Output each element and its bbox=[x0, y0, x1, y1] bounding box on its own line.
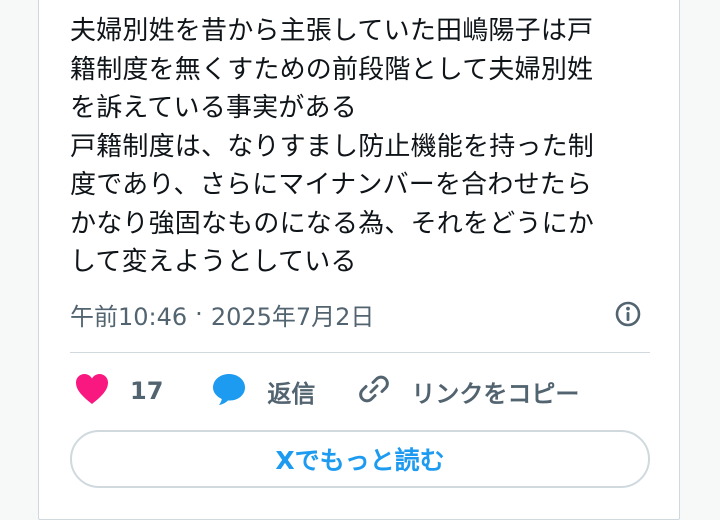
tweet-text-line: 籍制度を無くすための前段階として夫婦別姓 bbox=[70, 54, 594, 85]
tweet-text-line: して変えようとしている bbox=[70, 247, 357, 277]
link-icon bbox=[357, 372, 391, 410]
tweet-actions: 17 返信 リンクをコピー bbox=[70, 368, 650, 414]
tweet-time[interactable]: 午前10:46 bbox=[70, 297, 187, 332]
tweet-timestamp-row: 午前10:46 · 2025年7月2日 bbox=[70, 296, 650, 332]
tweet-text-line: を訴えている事実がある bbox=[70, 93, 357, 123]
tweet-text-line: 夫婦別姓を昔から主張していた田嶋陽子は戸 bbox=[70, 16, 594, 46]
tweet-text-line: かなり強固なものになる為、それをどうにか bbox=[70, 208, 595, 239]
like-count: 17 bbox=[130, 377, 164, 405]
copy-link-button[interactable]: リンクをコピー bbox=[357, 372, 579, 410]
read-more-button[interactable]: Xでもっと読む bbox=[70, 430, 650, 488]
speech-bubble-icon bbox=[211, 371, 247, 411]
tweet-text-line: 戸籍制度は、なりすまし防止機能を持った制 bbox=[70, 131, 595, 162]
heart-icon bbox=[74, 372, 110, 410]
tweet-date[interactable]: 2025年7月2日 bbox=[211, 297, 375, 332]
reply-label: 返信 bbox=[267, 379, 316, 408]
tweet-text-line: 度であり、さらにマイナンバーを合わせたら bbox=[70, 170, 593, 200]
like-button[interactable]: 17 bbox=[74, 372, 163, 410]
reply-button[interactable]: 返信 bbox=[211, 371, 315, 411]
tweet-text: 夫婦別姓を昔から主張していた田嶋陽子は戸 籍制度を無くすための前段階として夫婦別… bbox=[70, 12, 650, 282]
timestamp-separator: · bbox=[195, 300, 203, 328]
copy-link-label: リンクをコピー bbox=[411, 379, 580, 408]
info-icon[interactable] bbox=[614, 300, 642, 328]
divider bbox=[70, 352, 650, 353]
